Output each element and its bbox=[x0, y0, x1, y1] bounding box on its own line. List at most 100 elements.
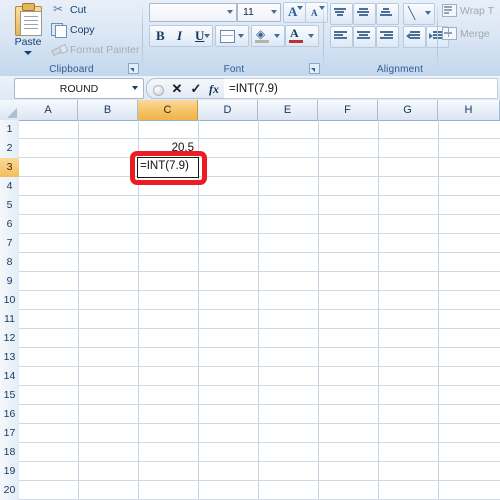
row-header-3[interactable]: 3 bbox=[0, 158, 19, 178]
column-header-c[interactable]: C bbox=[138, 100, 198, 120]
font-size-combobox[interactable]: 11 bbox=[237, 3, 281, 22]
row-header-10[interactable]: 10 bbox=[0, 291, 19, 311]
merge-label: Merge bbox=[460, 27, 490, 40]
column-headers: ABCDEFGH bbox=[0, 100, 500, 121]
column-header-d[interactable]: D bbox=[198, 100, 258, 120]
ribbon-group-clipboard: Paste ✂ Cut Copy Format Painter Clipboar… bbox=[0, 0, 143, 76]
gridline-horizontal bbox=[19, 290, 500, 291]
row-header-16[interactable]: 16 bbox=[0, 405, 19, 425]
enter-formula-button[interactable]: ✓ bbox=[187, 80, 205, 97]
borders-button[interactable] bbox=[215, 25, 249, 47]
cell-editor-c3[interactable]: =INT(7.9) bbox=[137, 157, 199, 178]
bold-button[interactable]: B bbox=[149, 25, 171, 47]
name-box[interactable]: ROUND bbox=[14, 78, 144, 99]
ribbon-group-font: 11 A A B I U ◈ A Font bbox=[144, 0, 328, 76]
align-center-button[interactable] bbox=[353, 26, 376, 48]
row-header-18[interactable]: 18 bbox=[0, 443, 19, 463]
cell-c2[interactable]: 20.5 bbox=[138, 139, 197, 157]
fill-color-button[interactable]: ◈ bbox=[251, 25, 285, 47]
gridline-horizontal bbox=[19, 480, 500, 481]
align-middle-button[interactable] bbox=[353, 3, 376, 25]
align-left-button[interactable] bbox=[330, 26, 353, 48]
row-header-6[interactable]: 6 bbox=[0, 215, 19, 235]
gridline-horizontal bbox=[19, 328, 500, 329]
gridline-horizontal bbox=[19, 404, 500, 405]
column-header-h[interactable]: H bbox=[438, 100, 500, 120]
gridline-horizontal bbox=[19, 252, 500, 253]
cut-button[interactable]: ✂ Cut bbox=[50, 1, 86, 18]
row-header-1[interactable]: 1 bbox=[0, 120, 19, 140]
formula-bar: ROUND ✕ ✓ fx =INT(7.9) bbox=[0, 76, 500, 101]
formula-input[interactable]: =INT(7.9) bbox=[224, 78, 498, 99]
chevron-down-icon bbox=[271, 10, 277, 14]
column-header-g[interactable]: G bbox=[378, 100, 438, 120]
wrap-text-label: Wrap T bbox=[460, 4, 495, 17]
row-header-12[interactable]: 12 bbox=[0, 329, 19, 349]
row-header-4[interactable]: 4 bbox=[0, 177, 19, 197]
gridline-horizontal bbox=[19, 309, 500, 310]
row-header-15[interactable]: 15 bbox=[0, 386, 19, 406]
chevron-down-icon[interactable] bbox=[132, 86, 138, 90]
gridline-vertical bbox=[318, 120, 319, 500]
row-header-9[interactable]: 9 bbox=[0, 272, 19, 292]
row-header-19[interactable]: 19 bbox=[0, 462, 19, 482]
gridline-horizontal bbox=[19, 138, 500, 139]
gridline-horizontal bbox=[19, 271, 500, 272]
insert-function-button[interactable]: fx bbox=[205, 80, 223, 97]
row-header-11[interactable]: 11 bbox=[0, 310, 19, 330]
column-header-a[interactable]: A bbox=[19, 100, 78, 120]
gridline-horizontal bbox=[19, 214, 500, 215]
grow-font-label: A bbox=[288, 4, 298, 19]
clipboard-dialog-launcher[interactable] bbox=[128, 63, 139, 74]
cancel-formula-button[interactable]: ✕ bbox=[168, 80, 186, 97]
column-header-e[interactable]: E bbox=[258, 100, 318, 120]
formula-input-value: =INT(7.9) bbox=[229, 82, 278, 95]
spreadsheet-grid: ABCDEFGH 1 2 3 4 5 6 7 8 9 10 11 12 13 14 15 16 17 18 19 20… bbox=[0, 100, 500, 500]
merge-and-center-button[interactable]: Merge bbox=[442, 27, 490, 40]
column-header-f[interactable]: F bbox=[318, 100, 378, 120]
gridline-horizontal bbox=[19, 366, 500, 367]
orientation-button[interactable]: ╲ bbox=[403, 3, 435, 25]
row-header-20[interactable]: 20 bbox=[0, 481, 19, 500]
paste-button-label: Paste bbox=[14, 36, 42, 48]
row-header-14[interactable]: 14 bbox=[0, 367, 19, 387]
italic-button[interactable]: I bbox=[169, 25, 191, 47]
gridline-horizontal bbox=[19, 461, 500, 462]
row-header-2[interactable]: 2 bbox=[0, 139, 19, 159]
format-painter-button[interactable]: Format Painter bbox=[50, 41, 139, 58]
wrap-text-button[interactable]: Wrap T bbox=[442, 4, 494, 17]
merge-cells-icon bbox=[442, 27, 457, 40]
row-header-13[interactable]: 13 bbox=[0, 348, 19, 368]
paste-button[interactable]: Paste bbox=[6, 2, 50, 64]
gridline-horizontal bbox=[19, 423, 500, 424]
align-right-button[interactable] bbox=[376, 26, 399, 48]
row-header-17[interactable]: 17 bbox=[0, 424, 19, 444]
font-color-button[interactable]: A bbox=[285, 25, 319, 47]
decrease-indent-button[interactable] bbox=[403, 26, 426, 48]
copy-button[interactable]: Copy bbox=[50, 21, 95, 38]
select-all-corner[interactable] bbox=[0, 100, 20, 120]
row-header-8[interactable]: 8 bbox=[0, 253, 19, 273]
cell-area[interactable]: 20.5 =INT(7.9) bbox=[19, 120, 500, 500]
font-group-label: Font bbox=[223, 64, 245, 75]
ribbon-group-alignment: ╲ Wrap T Merge Alignment bbox=[325, 0, 500, 76]
italic-label: I bbox=[177, 28, 183, 43]
cancel-icon: ✕ bbox=[171, 81, 183, 96]
align-top-button[interactable] bbox=[330, 3, 353, 25]
gridline-horizontal bbox=[19, 195, 500, 196]
font-dialog-launcher[interactable] bbox=[309, 63, 320, 74]
align-bottom-button[interactable] bbox=[376, 3, 399, 25]
grow-font-button[interactable]: A bbox=[283, 2, 306, 23]
column-header-b[interactable]: B bbox=[78, 100, 138, 120]
paste-dropdown-caret-icon[interactable] bbox=[24, 51, 32, 55]
underline-button[interactable]: U bbox=[189, 25, 213, 47]
gridline-horizontal bbox=[19, 233, 500, 234]
cell-editor-value: =INT(7.9) bbox=[140, 160, 189, 172]
row-header-5[interactable]: 5 bbox=[0, 196, 19, 216]
font-name-combobox[interactable] bbox=[149, 3, 237, 22]
bold-label: B bbox=[156, 28, 165, 43]
gridline-vertical bbox=[78, 120, 79, 500]
formula-bar-buttons: ✕ ✓ fx bbox=[146, 78, 225, 99]
row-header-7[interactable]: 7 bbox=[0, 234, 19, 254]
wrap-text-icon bbox=[442, 4, 457, 17]
